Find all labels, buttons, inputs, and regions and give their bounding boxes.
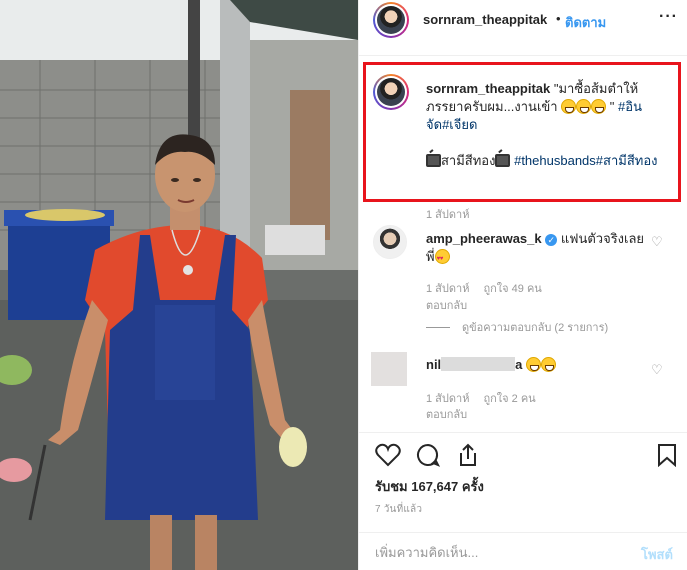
reply-button[interactable]: ตอบกลับ: [426, 405, 467, 423]
laughing-emoji-icon: [526, 357, 542, 372]
heart-eyes-emoji-icon: [434, 249, 450, 268]
post-header: sornram_theappitak • ติดตาม ···: [359, 0, 687, 56]
laughing-emoji-icon: [591, 99, 607, 114]
replies-divider: [426, 327, 450, 328]
post-photo[interactable]: [0, 0, 358, 570]
commenter-username[interactable]: amp_pheerawas_k: [426, 231, 542, 246]
more-options-icon[interactable]: ···: [659, 8, 678, 26]
comment-input[interactable]: [375, 542, 615, 562]
caption-body-end: ": [606, 99, 619, 114]
comment-text: nil a: [426, 356, 557, 374]
view-count[interactable]: รับชม 167,647 ครั้ง: [375, 476, 484, 497]
avatar-inner: [375, 76, 407, 108]
username-suffix: a: [515, 357, 527, 372]
hashtag-link[interactable]: #สามีสีทอง: [596, 153, 658, 168]
author-avatar[interactable]: [373, 2, 409, 38]
view-replies-button[interactable]: ดูข้อความตอบกลับ (2 รายการ): [426, 318, 608, 336]
hashtag-link[interactable]: #thehusbands: [514, 153, 596, 168]
redacted-block: [441, 357, 516, 371]
header-separator: •: [556, 11, 561, 26]
laughing-emoji-icon: [561, 99, 577, 114]
television-emoji-icon: [426, 154, 441, 167]
reply-button[interactable]: ตอบกลับ: [426, 296, 467, 314]
television-emoji-icon: [495, 154, 511, 167]
avatar-face: [377, 6, 405, 34]
share-upload-icon[interactable]: [455, 443, 481, 467]
caption-timestamp[interactable]: 1 สัปดาห์: [426, 205, 469, 223]
comment-likes[interactable]: ถูกใจ 2 คน: [483, 393, 535, 405]
post-comment-button[interactable]: โพสต์: [641, 544, 673, 565]
laughing-emoji-icon: [576, 99, 592, 114]
add-comment-bar: โพสต์: [359, 532, 687, 570]
caption-author-avatar[interactable]: [373, 74, 409, 110]
caption-line2-text: สามีสีทอง: [441, 153, 496, 168]
avatar-inner: [375, 4, 407, 36]
commenter-avatar-redacted[interactable]: [371, 352, 407, 386]
like-heart-icon[interactable]: [375, 443, 401, 467]
post-side-panel: sornram_theappitak • ติดตาม ··· sornram_…: [358, 0, 687, 570]
username-visible-part: nil: [426, 357, 442, 372]
photo-illustration: [0, 0, 358, 570]
comment-meta: 1 สัปดาห์ ถูกใจ 49 คน: [426, 279, 542, 297]
caption-username[interactable]: sornram_theappitak: [426, 81, 550, 96]
follow-button[interactable]: ติดตาม: [565, 12, 606, 33]
post-age[interactable]: 7 วันที่แล้ว: [375, 502, 422, 517]
comment-timestamp[interactable]: 1 สัปดาห์: [426, 283, 469, 295]
action-bar: [359, 432, 687, 480]
author-username[interactable]: sornram_theappitak: [423, 12, 547, 27]
comment-timestamp[interactable]: 1 สัปดาห์: [426, 393, 469, 405]
like-comment-heart-icon[interactable]: ♡: [651, 362, 663, 378]
like-comment-heart-icon[interactable]: ♡: [651, 234, 663, 250]
caption-second-line: สามีสีทอง #thehusbands#สามีสีทอง: [426, 152, 658, 170]
caption-text: sornram_theappitak "มาซื้อส้มตำให้ภรรยาค…: [426, 80, 658, 134]
hashtag-link[interactable]: #เจียด: [442, 117, 477, 132]
comment-text: amp_pheerawas_k ✓ แฟนตัวจริงเลยพี่: [426, 230, 646, 268]
view-replies-label: ดูข้อความตอบกลับ (2 รายการ): [462, 322, 609, 334]
verified-badge-icon: ✓: [545, 234, 558, 246]
comment-likes[interactable]: ถูกใจ 49 คน: [483, 283, 541, 295]
commenter-username[interactable]: nil a: [426, 357, 526, 372]
avatar-face: [377, 78, 405, 106]
commenter-avatar[interactable]: [373, 225, 407, 259]
bookmark-save-icon[interactable]: [657, 443, 677, 467]
comment-bubble-icon[interactable]: [415, 443, 441, 467]
laughing-emoji-icon: [541, 357, 557, 372]
